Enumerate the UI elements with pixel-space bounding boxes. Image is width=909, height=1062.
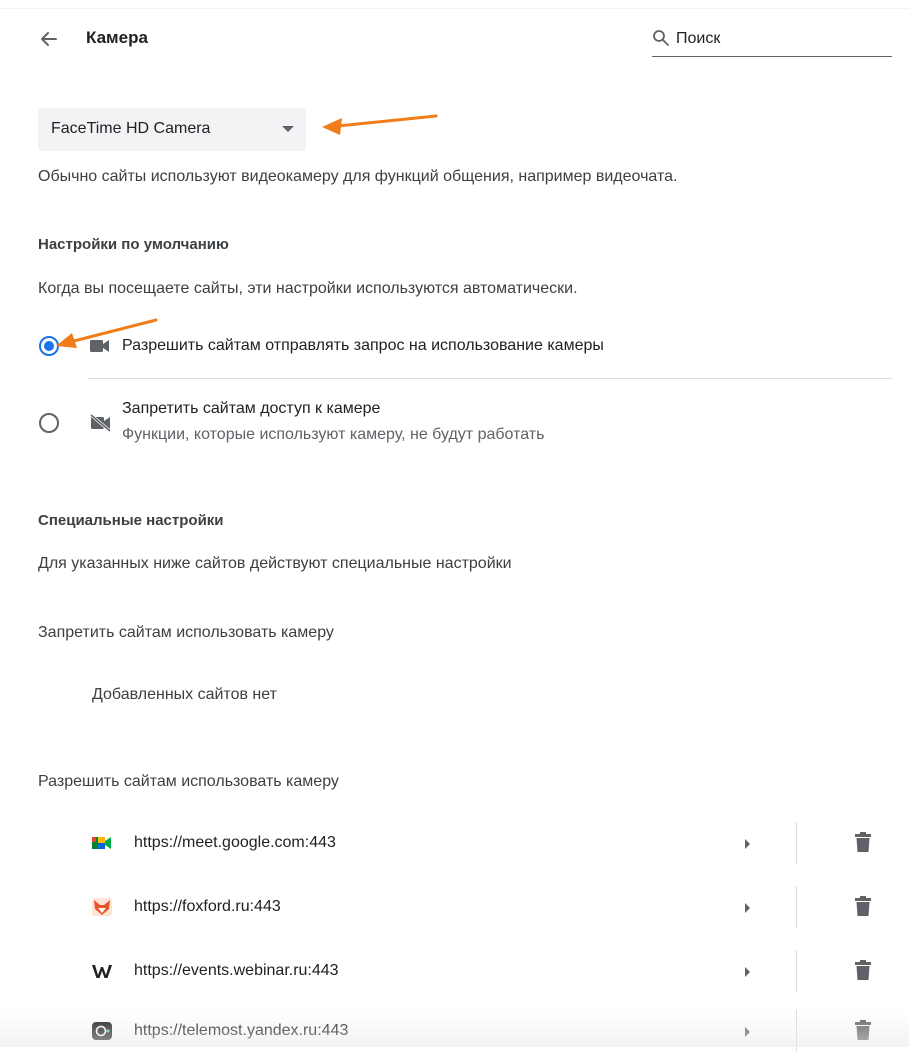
telemost-icon [92, 1022, 112, 1040]
site-row[interactable]: https://telemost.yandex.ru:443 [0, 1000, 909, 1062]
radio-allow-request[interactable] [39, 336, 59, 356]
camera-off-icon [90, 414, 111, 432]
search-input[interactable] [676, 26, 886, 52]
foxford-icon [92, 898, 112, 916]
camera-device-select[interactable]: FaceTime HD Camera [38, 108, 306, 151]
allow-list-heading: Разрешить сайтам использовать камеру [38, 773, 339, 790]
trash-icon[interactable] [855, 896, 871, 916]
chevron-right-icon[interactable] [745, 903, 750, 913]
chevron-right-icon[interactable] [745, 839, 750, 849]
option-allow-label[interactable]: Разрешить сайтам отправлять запрос на ис… [122, 337, 604, 355]
radio-block-access[interactable] [39, 413, 59, 433]
page-title: Камера [86, 28, 148, 47]
row-separator [796, 822, 797, 864]
camera-device-selected: FaceTime HD Camera [51, 120, 211, 137]
block-list-heading: Запретить сайтам использовать камеру [38, 624, 334, 641]
chevron-right-icon[interactable] [745, 967, 750, 977]
row-separator [796, 886, 797, 928]
site-url: https://meet.google.com:443 [134, 834, 336, 851]
site-url: https://telemost.yandex.ru:443 [134, 1022, 349, 1039]
site-url: https://events.webinar.ru:443 [134, 962, 339, 979]
trash-icon[interactable] [855, 1020, 871, 1040]
back-button[interactable] [34, 24, 64, 54]
annotation-arrow-icon [322, 114, 438, 135]
page-header: Камера [0, 0, 909, 80]
camera-description: Обычно сайты используют видеокамеру для … [38, 168, 678, 185]
search-icon [653, 30, 669, 46]
search-box[interactable] [652, 24, 892, 57]
row-separator [796, 1010, 797, 1052]
custom-heading: Специальные настройки [38, 512, 224, 529]
option-block-sublabel: Функции, которые используют камеру, не б… [122, 426, 545, 443]
options-divider [88, 378, 892, 379]
site-row[interactable]: https://meet.google.com:443 [0, 812, 909, 874]
row-separator [796, 950, 797, 992]
trash-icon[interactable] [855, 832, 871, 852]
trash-icon[interactable] [855, 960, 871, 980]
dropdown-caret-icon [282, 126, 294, 132]
camera-icon [90, 340, 109, 352]
back-arrow-icon [41, 32, 57, 46]
block-list-empty: Добавленных сайтов нет [92, 686, 277, 703]
site-url: https://foxford.ru:443 [134, 898, 281, 915]
site-row[interactable]: https://foxford.ru:443 [0, 876, 909, 938]
google-meet-icon [92, 837, 111, 849]
webinar-icon [92, 965, 112, 978]
option-block-label[interactable]: Запретить сайтам доступ к камере [122, 400, 380, 418]
defaults-heading: Настройки по умолчанию [38, 236, 229, 253]
site-row[interactable]: https://events.webinar.ru:443 [0, 940, 909, 1002]
defaults-subtitle: Когда вы посещаете сайты, эти настройки … [38, 280, 578, 297]
chevron-right-icon[interactable] [745, 1027, 750, 1037]
custom-subtitle: Для указанных ниже сайтов действуют спец… [38, 555, 512, 572]
